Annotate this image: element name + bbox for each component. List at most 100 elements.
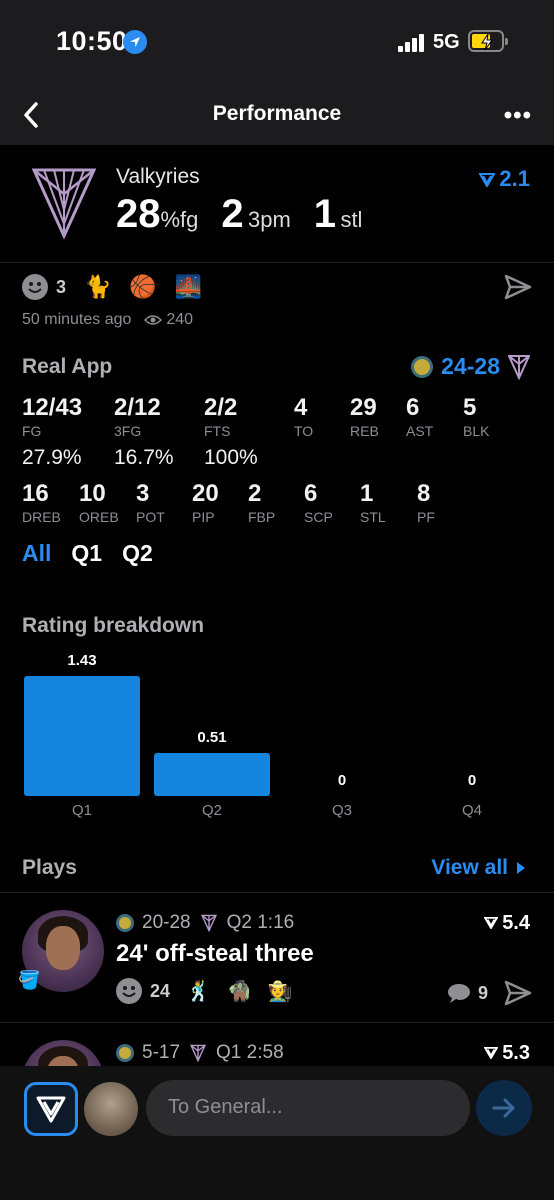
divider <box>0 892 554 893</box>
section-title-real-app: Real App <box>22 355 113 378</box>
play-clock: Q1 2:58 <box>216 1042 284 1063</box>
bridge-emoji-icon[interactable]: 🌉 <box>175 274 202 300</box>
play-score: 5-17 <box>142 1042 181 1063</box>
stat-fg: 12/43 FG <box>22 394 82 439</box>
threes-unit: 3pm <box>248 207 291 232</box>
basketball-emoji-icon[interactable]: 🏀 <box>129 274 156 300</box>
stat-label: AST <box>406 423 434 439</box>
stat-value: 6 <box>406 394 420 421</box>
fg-unit: %fg <box>160 207 199 232</box>
comments-button[interactable]: 9 <box>446 982 488 1004</box>
tab-all[interactable]: All <box>22 540 51 567</box>
play-meta: 20-28 Q2 1:16 <box>116 912 294 934</box>
view-all-link[interactable]: View all <box>431 856 526 880</box>
tab-q2[interactable]: Q2 <box>122 540 153 567</box>
chart-value-label: 1.43 <box>67 652 97 669</box>
farmer-emoji-icon[interactable]: 🧑‍🌾 <box>268 979 293 1004</box>
stat-value: 2 <box>248 480 262 507</box>
play-reactions[interactable]: 24 🕺 🧌 🧑‍🌾 <box>116 978 293 1004</box>
play-rating-value: 5.3 <box>502 1042 530 1064</box>
share-send-icon[interactable] <box>504 980 532 1006</box>
chart-value-label: 0.51 <box>197 729 227 746</box>
headline-stats: 28%fg 2 3pm 1 stl <box>116 192 362 237</box>
stat-value: 2/2 <box>204 394 238 421</box>
threes-made: 2 <box>221 192 244 236</box>
stat-to: 4 TO <box>294 394 313 439</box>
stat-dreb: 16 DREB <box>22 480 61 525</box>
play-score: 20-28 <box>142 912 191 933</box>
chart-bar-q1 <box>24 676 140 796</box>
stat-value: 29 <box>350 394 377 421</box>
stat-label: POT <box>136 509 165 525</box>
view-all-label: View all <box>431 856 508 879</box>
play-title: 24' off-steal three <box>116 940 314 967</box>
stat-value: 20 <box>192 480 219 507</box>
smiley-reaction-icon[interactable] <box>22 274 48 300</box>
clock: 10:50 <box>56 26 128 56</box>
game-score: 24-28 <box>411 353 530 380</box>
nav-bar: Performance ••• <box>0 90 554 145</box>
steals: 1 <box>313 192 336 236</box>
cat-emoji-icon[interactable]: 🐈 <box>84 274 111 300</box>
play-rating: 5.3 <box>483 1042 530 1065</box>
stat-value: 1 <box>360 480 374 507</box>
stat-pot: 3 POT <box>136 480 165 525</box>
stat-label: PIP <box>192 509 215 525</box>
reactions-row[interactable]: 3 🐈 🏀 🌉 <box>22 272 202 302</box>
location-icon <box>123 30 147 54</box>
smiley-reaction-icon[interactable] <box>116 978 142 1004</box>
status-bar: 10:50 5G <box>0 0 554 90</box>
steals-unit: stl <box>340 207 363 232</box>
section-title-rating-breakdown: Rating breakdown <box>22 614 205 637</box>
stat-value: 6 <box>304 480 318 507</box>
divider <box>0 1022 554 1023</box>
app-logo-icon <box>36 1096 66 1123</box>
stat-label: TO <box>294 423 314 439</box>
rating-bar-chart: 1.43 Q1 0.51 Q2 0 Q3 0 Q4 <box>0 640 554 830</box>
arrow-right-icon <box>492 1098 515 1118</box>
chart-category-label: Q2 <box>201 802 222 819</box>
stat-reb: 29 REB <box>350 394 379 439</box>
rating-icon <box>483 917 499 930</box>
fg-percent: 27.9% <box>22 446 82 469</box>
user-avatar[interactable] <box>84 1082 138 1136</box>
team-logo <box>31 168 97 240</box>
more-options-icon[interactable]: ••• <box>504 102 532 130</box>
play-meta: 5-17 Q1 2:58 <box>116 1042 284 1064</box>
stat-blk: 5 BLK <box>463 394 489 439</box>
opponent-team-icon <box>116 914 134 932</box>
chart-bar-q2 <box>154 753 270 796</box>
stat-value: 3 <box>136 480 150 507</box>
stat-label: FBP <box>248 509 276 525</box>
message-input[interactable]: To General... <box>146 1080 470 1136</box>
play-reaction-count: 24 <box>150 980 171 1001</box>
stat-value: 16 <box>22 480 49 507</box>
rating-icon <box>483 1047 499 1060</box>
valkyries-small-icon <box>508 354 530 380</box>
message-composer: To General... <box>0 1066 554 1200</box>
dancer-emoji-icon[interactable]: 🕺 <box>186 979 211 1004</box>
post-meta: 50 minutes ago 240 <box>22 311 193 329</box>
stat-label: 3FG <box>114 423 142 439</box>
chart-category-label: Q1 <box>71 802 92 819</box>
chart-value-label: 0 <box>467 772 477 789</box>
troll-emoji-icon[interactable]: 🧌 <box>227 979 252 1004</box>
send-button[interactable] <box>476 1080 532 1136</box>
ft-percent: 100% <box>204 446 258 469</box>
stat-ast: 6 AST <box>406 394 433 439</box>
section-title-plays: Plays <box>22 856 77 879</box>
rating-badge[interactable]: 2.1 <box>478 166 530 192</box>
stat-value: 4 <box>294 394 308 421</box>
stat-label: REB <box>350 423 379 439</box>
app-logo-button[interactable] <box>24 1082 78 1136</box>
stat-scp: 6 SCP <box>304 480 333 525</box>
chart-value-label: 0 <box>337 772 347 789</box>
eye-icon <box>143 311 166 328</box>
share-send-icon[interactable] <box>504 274 532 300</box>
chart-category-label: Q4 <box>461 802 482 819</box>
stat-3fg: 2/12 3FG <box>114 394 161 439</box>
stat-value: 8 <box>417 480 431 507</box>
tab-q1[interactable]: Q1 <box>71 540 102 567</box>
score-value: 24-28 <box>441 353 500 379</box>
message-placeholder: To General... <box>168 1096 283 1118</box>
